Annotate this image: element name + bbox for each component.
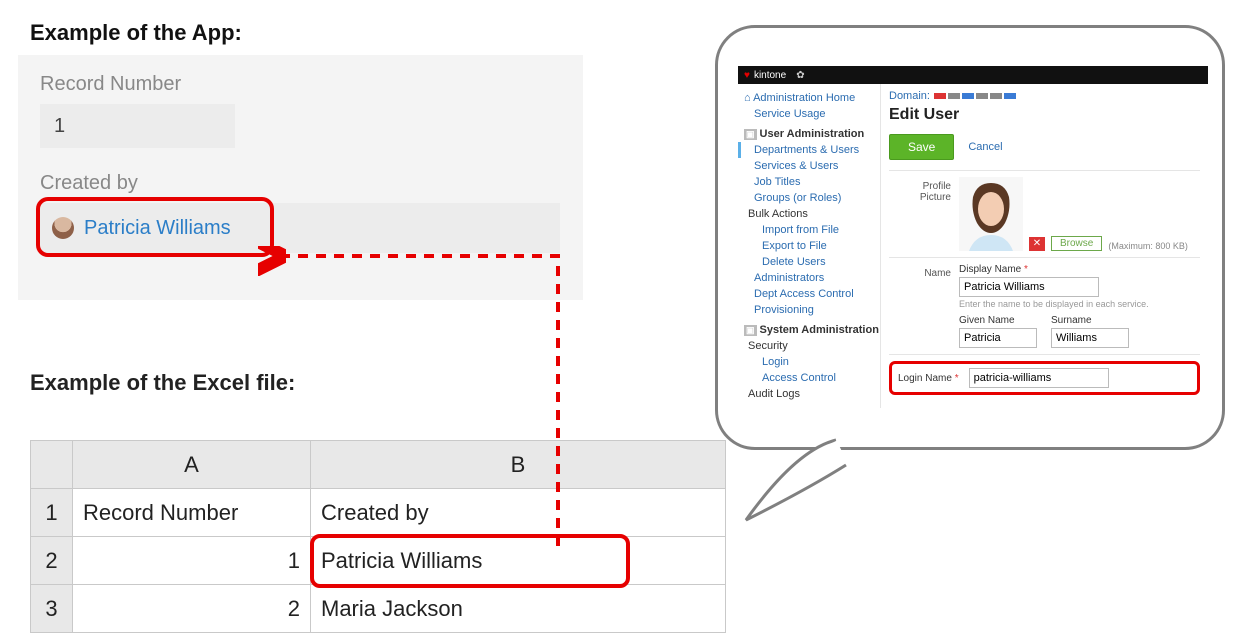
record-number-label: Record Number [40, 73, 561, 96]
sidebar-section-sys-admin: ▣ System Administration [744, 324, 880, 336]
home-icon: ⌂ [744, 92, 753, 104]
sidebar-item-access-control[interactable]: Access Control [744, 370, 880, 386]
sidebar-item-admins[interactable]: Administrators [744, 270, 880, 286]
sidebar-item-dept-users[interactable]: Departments & Users [738, 142, 880, 158]
profile-image [959, 177, 1023, 251]
cell-a1: Record Number [73, 489, 311, 537]
cell-b2: Patricia Williams [311, 537, 726, 585]
sidebar-item-security: Security [744, 338, 880, 354]
max-kb-label: (Maximum: 800 KB) [1108, 241, 1188, 251]
name-section-label: Name [889, 264, 959, 348]
created-by-row: Patricia Williams [40, 203, 560, 253]
row-header-2: 2 [31, 537, 73, 585]
given-name-label: Given Name [959, 315, 1037, 326]
display-name-input[interactable] [959, 277, 1099, 297]
sidebar-item-service-usage[interactable]: Service Usage [744, 106, 880, 122]
row-header-1: 1 [31, 489, 73, 537]
brand: kintone [754, 70, 786, 81]
gear-icon: ▣ [744, 325, 757, 336]
delete-image-button[interactable]: ✕ [1029, 237, 1045, 251]
sidebar-item-delete-users[interactable]: Delete Users [744, 254, 880, 270]
browse-button[interactable]: Browse [1051, 236, 1102, 251]
login-name-highlight: Login Name * [889, 361, 1200, 395]
login-name-label: Login Name * [898, 373, 959, 384]
heart-icon: ♥ [744, 70, 750, 81]
cell-b1: Created by [311, 489, 726, 537]
cell-b3: Maria Jackson [311, 585, 726, 633]
sidebar-item-job-titles[interactable]: Job Titles [744, 174, 880, 190]
topbar-icon: ✿ [796, 70, 804, 81]
created-by-label: Created by [40, 172, 561, 195]
cell-a2: 1 [73, 537, 311, 585]
sidebar-item-import[interactable]: Import from File [744, 222, 880, 238]
sidebar-item-home[interactable]: ⌂ Administration Home [744, 90, 880, 106]
corner-cell [31, 441, 73, 489]
admin-panel: ♥ kintone ✿ ⌂ Administration Home Servic… [738, 66, 1208, 408]
sidebar-item-dept-access[interactable]: Dept Access Control [744, 286, 880, 302]
sidebar-section-user-admin: ▣ User Administration [744, 128, 880, 140]
avatar-icon [52, 217, 74, 239]
record-number-value: 1 [40, 104, 235, 148]
sidebar-item-groups[interactable]: Groups (or Roles) [744, 190, 880, 206]
excel-table: A B 1 Record Number Created by 2 1 Patri… [30, 440, 726, 633]
cancel-link[interactable]: Cancel [968, 141, 1002, 153]
given-name-input[interactable] [959, 328, 1037, 348]
sidebar-item-audit-logs[interactable]: Audit Logs [744, 386, 880, 402]
col-header-b: B [311, 441, 726, 489]
col-header-a: A [73, 441, 311, 489]
created-by-name[interactable]: Patricia Williams [84, 217, 231, 240]
domain-bars-icon [934, 93, 1016, 99]
display-name-label: Display Name * [959, 264, 1200, 275]
app-panel: Record Number 1 Created by Patricia Will… [18, 55, 583, 300]
page-title: Edit User [889, 106, 1200, 124]
row-header-3: 3 [31, 585, 73, 633]
sidebar-item-login[interactable]: Login [744, 354, 880, 370]
cell-a3: 2 [73, 585, 311, 633]
sidebar-item-bulk: Bulk Actions [744, 206, 880, 222]
speech-bubble: ♥ kintone ✿ ⌂ Administration Home Servic… [715, 25, 1225, 450]
user-icon: ▣ [744, 129, 757, 140]
surname-label: Surname [1051, 315, 1129, 326]
domain-line: Domain: [889, 90, 1200, 102]
save-button[interactable]: Save [889, 134, 954, 160]
sidebar-item-services-users[interactable]: Services & Users [744, 158, 880, 174]
surname-input[interactable] [1051, 328, 1129, 348]
login-name-input[interactable] [969, 368, 1109, 388]
display-name-hint: Enter the name to be displayed in each s… [959, 299, 1200, 309]
sidebar-item-provisioning[interactable]: Provisioning [744, 302, 880, 318]
sidebar: ⌂ Administration Home Service Usage ▣ Us… [738, 84, 880, 408]
profile-picture-label: Profile Picture [889, 177, 959, 251]
sidebar-item-export[interactable]: Export to File [744, 238, 880, 254]
topbar: ♥ kintone ✿ [738, 66, 1208, 84]
main-pane: Domain: Edit User Save Cancel Profile Pi… [880, 84, 1208, 408]
heading-excel: Example of the Excel file: [30, 370, 295, 396]
heading-app: Example of the App: [30, 20, 242, 46]
